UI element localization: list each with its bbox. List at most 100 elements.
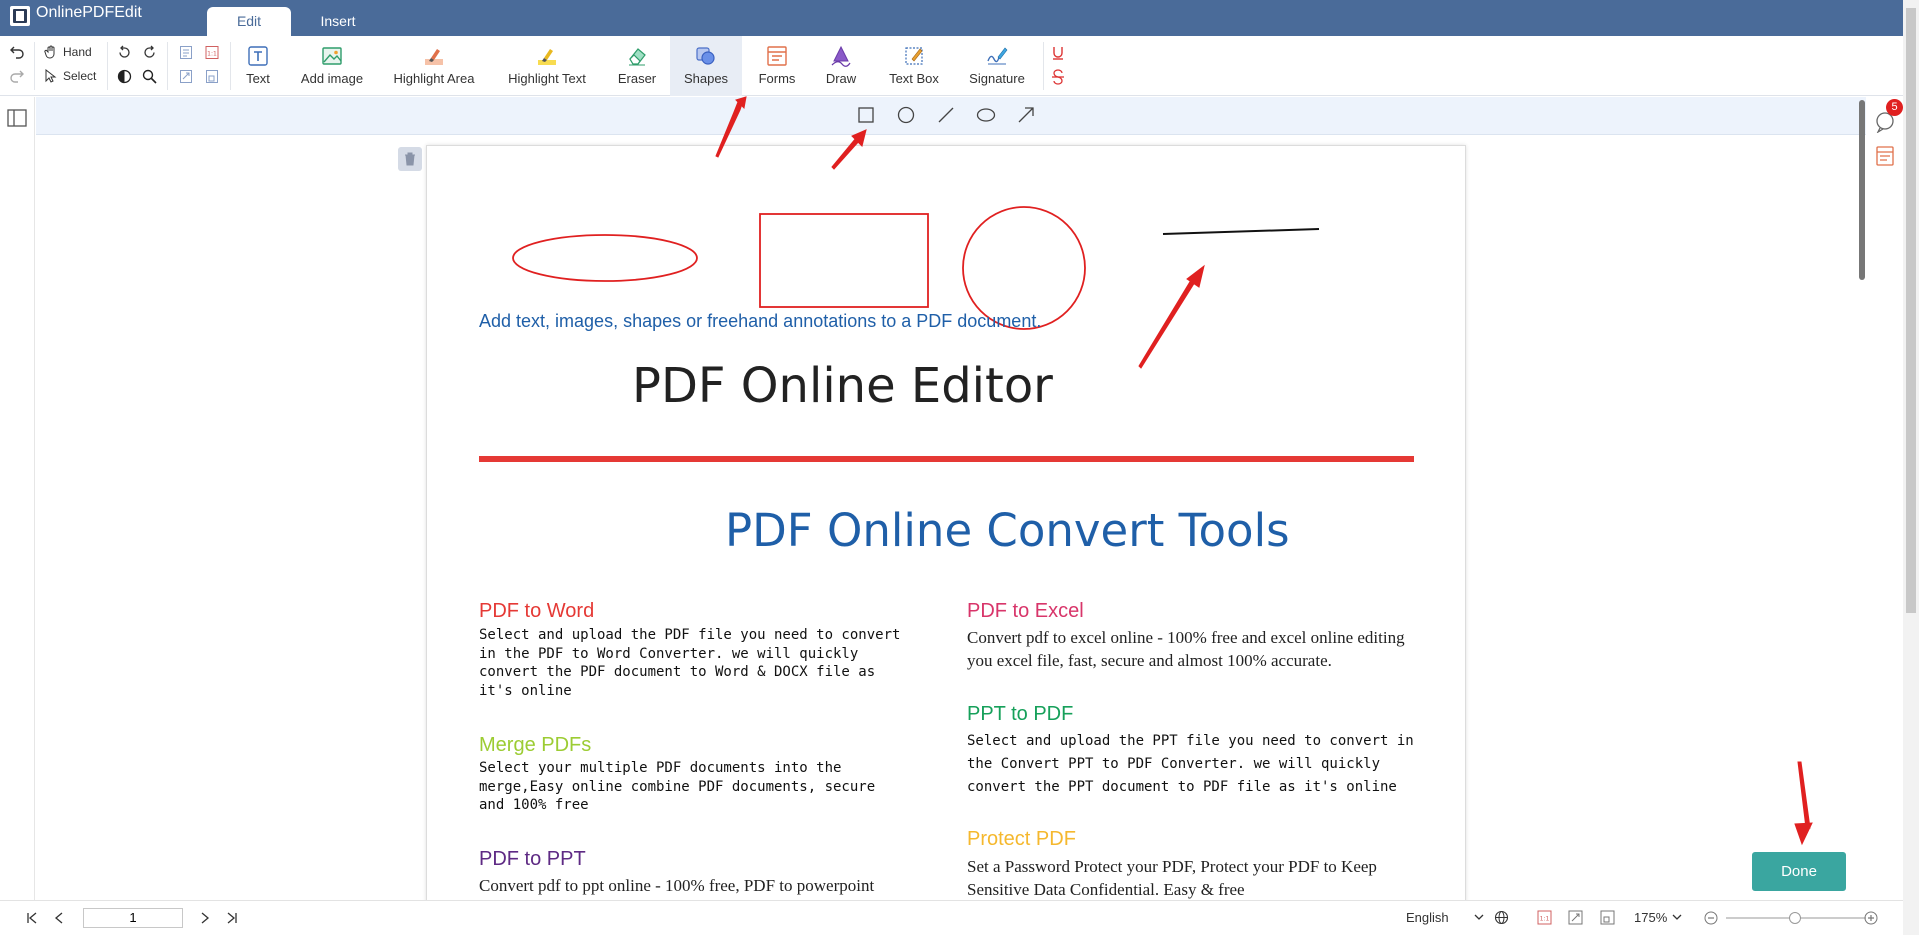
zoom-chevron-icon[interactable] — [1672, 913, 1682, 921]
ellipse-shape-icon[interactable] — [976, 105, 996, 125]
shapes-button[interactable]: Shapes — [670, 36, 742, 96]
drawn-line[interactable] — [1163, 229, 1319, 234]
signature-button[interactable]: Signature — [962, 36, 1032, 96]
toolbar-divider — [34, 42, 35, 90]
next-page-icon[interactable] — [200, 911, 210, 925]
app-logo-icon — [10, 6, 30, 26]
highlight-text-button[interactable]: Highlight Text — [496, 36, 598, 96]
strikethrough-icon[interactable] — [1051, 69, 1065, 85]
highlight-text-label: Highlight Text — [496, 71, 598, 86]
actual-size-status-icon[interactable]: 1:1 — [1537, 910, 1552, 925]
draw-icon — [830, 45, 852, 67]
ppt-to-pdf-body: Select and upload the PPT file you need … — [967, 730, 1414, 799]
hand-tool-button[interactable]: Hand — [44, 44, 100, 62]
main-toolbar: Hand Select 1:1 Text Add image Highl — [0, 36, 1903, 96]
zoom-in-icon[interactable] — [1864, 911, 1878, 925]
toolbar-divider — [1043, 42, 1044, 90]
draw-label: Draw — [818, 71, 864, 86]
draw-button[interactable]: Draw — [818, 36, 864, 96]
rotate-right-icon[interactable] — [142, 45, 157, 60]
form-list-icon[interactable] — [1875, 145, 1895, 167]
toolbar-divider — [230, 42, 231, 90]
text-tool-button[interactable]: Text — [238, 36, 278, 96]
ppt-to-pdf-heading: PPT to PDF — [967, 703, 1073, 726]
highlight-area-button[interactable]: Highlight Area — [386, 36, 482, 96]
redo-icon[interactable] — [9, 69, 25, 83]
line-shape-icon[interactable] — [936, 105, 956, 125]
done-button[interactable]: Done — [1752, 852, 1846, 891]
image-icon — [321, 45, 343, 67]
contrast-icon[interactable] — [117, 69, 132, 84]
svg-text:1:1: 1:1 — [207, 51, 217, 58]
shapes-subtoolbar — [36, 97, 1867, 135]
circle-shape-icon[interactable] — [896, 105, 916, 125]
prev-page-icon[interactable] — [54, 911, 64, 925]
app-window: OnlinePDFEdit Edit Insert Hand Select 1:… — [0, 0, 1919, 935]
undo-icon[interactable] — [9, 45, 25, 59]
fit-height-icon[interactable] — [205, 69, 219, 84]
globe-icon[interactable] — [1494, 910, 1509, 925]
document-title: PDF Online Editor — [632, 358, 1053, 414]
pdf-to-excel-body: Convert pdf to excel online - 100% free … — [967, 626, 1405, 672]
comment-count-badge: 5 — [1886, 99, 1903, 116]
zoom-slider-handle[interactable] — [1789, 912, 1801, 924]
fit-width-status-icon[interactable] — [1568, 910, 1583, 925]
window-scrollbar-thumb[interactable] — [1906, 8, 1916, 613]
pdf-to-excel-heading: PDF to Excel — [967, 600, 1084, 623]
rotate-left-icon[interactable] — [117, 45, 132, 60]
hand-tool-label: Hand — [63, 45, 92, 59]
add-image-button[interactable]: Add image — [294, 36, 370, 96]
tab-insert[interactable]: Insert — [300, 7, 376, 36]
select-tool-label: Select — [63, 69, 96, 83]
drawn-ellipse[interactable] — [513, 235, 697, 281]
zoom-out-icon[interactable] — [1704, 911, 1718, 925]
rectangle-shape-icon[interactable] — [856, 105, 876, 125]
shapes-icon — [695, 45, 717, 67]
actual-size-icon[interactable]: 1:1 — [205, 45, 219, 60]
arrow-shape-icon[interactable] — [1016, 105, 1036, 125]
pdf-page: Add text, images, shapes or freehand ann… — [426, 145, 1466, 900]
protect-pdf-body: Set a Password Protect your PDF, Protect… — [967, 855, 1377, 900]
toolbar-divider — [107, 42, 108, 90]
shapes-label: Shapes — [670, 71, 742, 86]
highlight-text-icon — [536, 45, 558, 67]
title-bar: OnlinePDFEdit Edit Insert — [0, 0, 1919, 36]
highlight-area-icon — [423, 45, 445, 67]
comments-button[interactable]: 5 — [1874, 111, 1898, 135]
search-icon[interactable] — [142, 69, 157, 84]
forms-button[interactable]: Forms — [752, 36, 802, 96]
status-bar: 1 English 1:1 175% — [0, 900, 1903, 935]
eraser-button[interactable]: Eraser — [612, 36, 662, 96]
trash-icon — [404, 152, 416, 166]
drawn-rectangle[interactable] — [760, 214, 928, 307]
last-page-icon[interactable] — [226, 911, 238, 925]
tagline: Add text, images, shapes or freehand ann… — [479, 311, 1041, 332]
fit-height-status-icon[interactable] — [1600, 910, 1615, 925]
text-box-button[interactable]: Text Box — [880, 36, 948, 96]
merge-pdfs-heading: Merge PDFs — [479, 734, 591, 757]
page-number-input[interactable]: 1 — [83, 908, 183, 928]
signature-icon — [986, 45, 1008, 67]
hand-icon — [44, 45, 58, 59]
tab-edit[interactable]: Edit — [207, 7, 291, 36]
text-tool-icon — [247, 45, 269, 67]
viewer-scrollbar-thumb[interactable] — [1859, 100, 1865, 280]
language-select[interactable]: English — [1406, 910, 1484, 928]
title-rule — [479, 456, 1414, 462]
signature-label: Signature — [962, 71, 1032, 86]
zoom-level: 175% — [1634, 910, 1667, 925]
left-rail — [0, 97, 35, 900]
delete-shape-button[interactable] — [398, 147, 422, 171]
document-subtitle: PDF Online Convert Tools — [725, 504, 1290, 557]
underline-icon[interactable] — [1051, 45, 1065, 61]
forms-icon — [766, 45, 788, 67]
document-viewer[interactable]: Add text, images, shapes or freehand ann… — [36, 135, 1866, 900]
first-page-icon[interactable] — [26, 911, 38, 925]
fit-width-icon[interactable] — [179, 69, 193, 84]
eraser-label: Eraser — [612, 71, 662, 86]
text-box-icon — [903, 45, 925, 67]
chevron-down-icon[interactable] — [1474, 913, 1484, 921]
fit-page-icon[interactable] — [179, 45, 193, 60]
select-tool-button[interactable]: Select — [44, 68, 100, 86]
sidebar-toggle-icon[interactable] — [7, 109, 27, 127]
